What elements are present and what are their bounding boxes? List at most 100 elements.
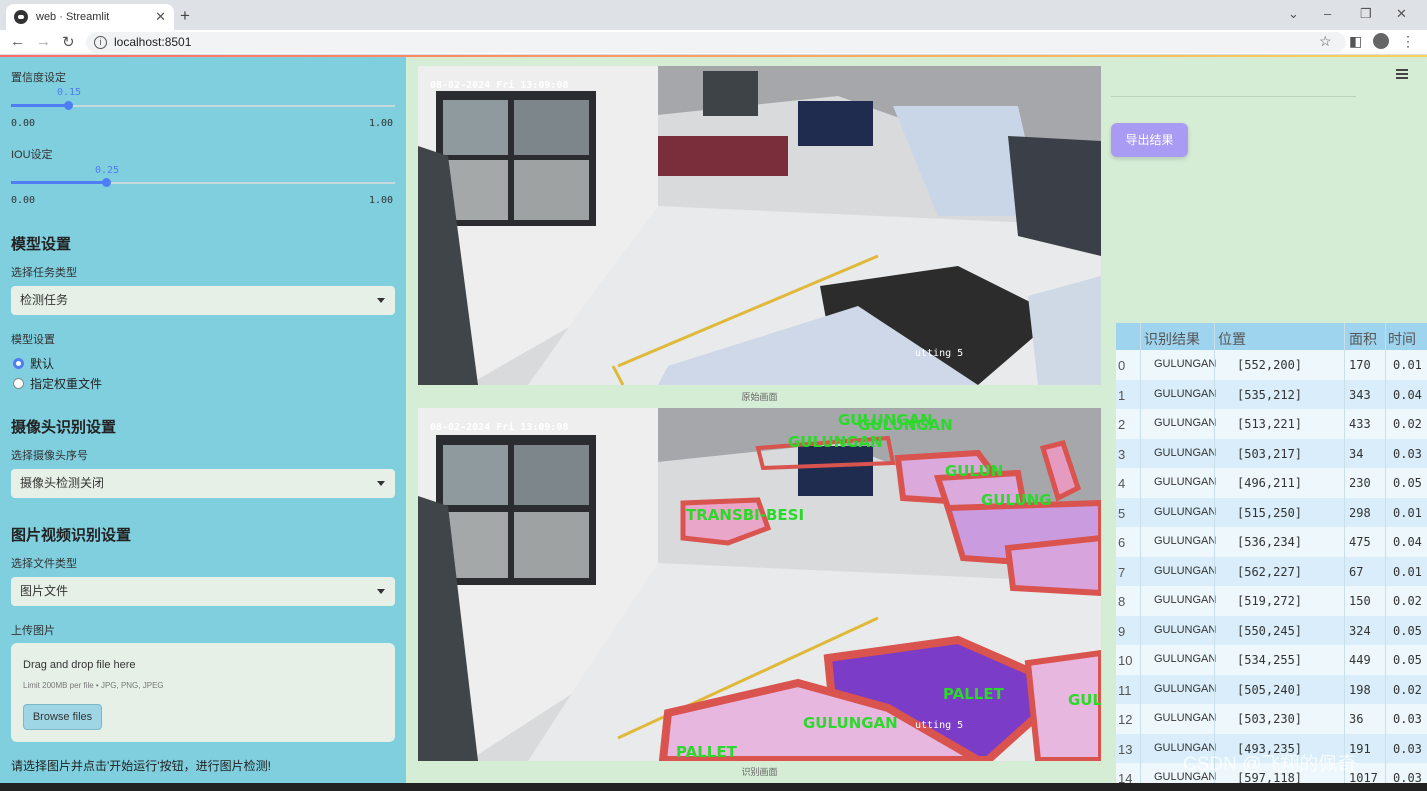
close-window-icon[interactable]: ✕ [1396, 6, 1407, 22]
conf-slider-min: 0.00 [11, 118, 36, 129]
detection-label: GULUN [945, 462, 1004, 480]
task-type-select[interactable]: 检测任务 [11, 286, 395, 315]
cell-position: [503,230] [1237, 712, 1303, 726]
original-image: 08-02-2024 Fri 13:09:08 utting 5 [418, 66, 1101, 385]
table-row[interactable]: 0 GULUNGAN [552,200] 170 0.01 [1116, 350, 1427, 380]
browser-tab[interactable]: web · Streamlit ✕ [6, 4, 174, 30]
cell-time: 0.04 [1393, 387, 1422, 402]
row-index: 14 [1118, 771, 1133, 783]
detection-label: TRANSBI-BESI [686, 506, 805, 524]
cell-position: [513,221] [1237, 417, 1303, 431]
results-table[interactable]: 识别结果 位置 面积 时间 0 GULUNGAN [552,200] 170 0.01 1… [1116, 323, 1427, 783]
table-row[interactable]: 1 GULUNGAN [535,212] 343 0.04 [1116, 379, 1427, 409]
cell-area: 449 [1349, 653, 1371, 667]
row-index: 7 [1118, 564, 1126, 580]
cell-area: 475 [1349, 535, 1371, 549]
row-index: 10 [1118, 653, 1133, 668]
radio-custom-label: 指定权重文件 [30, 377, 103, 391]
profile-avatar-icon[interactable] [1373, 33, 1389, 49]
cell-result: GULUNGAN [1154, 682, 1217, 695]
header-position[interactable]: 位置 [1218, 329, 1246, 349]
hamburger-menu-icon[interactable] [1396, 69, 1408, 81]
restore-icon[interactable]: ❐ [1360, 6, 1372, 22]
camera-index-value: 摄像头检测关闭 [20, 476, 105, 490]
back-icon[interactable]: ← [10, 33, 25, 50]
column-divider [1344, 323, 1345, 783]
row-index: 12 [1118, 712, 1133, 727]
header-time[interactable]: 时间 [1388, 329, 1416, 349]
table-row[interactable]: 7 GULUNGAN [562,227] 67 0.01 [1116, 556, 1427, 586]
table-row[interactable]: 2 GULUNGAN [513,221] 433 0.02 [1116, 409, 1427, 439]
table-row[interactable]: 11 GULUNGAN [505,240] 198 0.02 [1116, 674, 1427, 704]
export-results-button[interactable]: 导出结果 [1111, 123, 1188, 157]
iou-slider-fill [11, 181, 107, 184]
cell-result: GULUNGAN [1154, 623, 1217, 636]
forward-icon[interactable]: → [36, 33, 51, 50]
site-info-icon[interactable]: i [94, 36, 107, 49]
cell-area: 343 [1349, 387, 1371, 402]
side-panel-icon[interactable]: ◧ [1349, 33, 1362, 50]
detection-label: GUL [1068, 691, 1101, 709]
cell-time: 0.05 [1393, 653, 1422, 667]
minimize-icon[interactable]: – [1324, 6, 1331, 21]
conf-slider-max: 1.00 [369, 118, 394, 129]
model-settings-header: 模型设置 [11, 236, 72, 253]
browser-menu-icon[interactable]: ⋮ [1401, 33, 1415, 50]
sidebar-instruction: 请选择图片并点击'开始运行'按钮，进行图片检测! [11, 759, 271, 773]
header-result[interactable]: 识别结果 [1144, 329, 1200, 349]
camera-index-select[interactable]: 摄像头检测关闭 [11, 469, 395, 498]
row-index: 3 [1118, 446, 1126, 462]
table-row[interactable]: 6 GULUNGAN [536,234] 475 0.04 [1116, 527, 1427, 557]
radio-custom-weights[interactable]: 指定权重文件 [13, 375, 102, 392]
row-index: 1 [1118, 387, 1126, 403]
conf-slider-thumb[interactable] [64, 101, 73, 110]
table-row[interactable]: 5 GULUNGAN [515,250] 298 0.01 [1116, 497, 1427, 527]
cell-position: [550,245] [1237, 623, 1303, 638]
cell-area: 67 [1349, 564, 1364, 579]
iou-slider-thumb[interactable] [102, 178, 111, 187]
warehouse-scene-original [418, 66, 1101, 385]
cell-position: [536,234] [1237, 535, 1303, 549]
bookmark-star-icon[interactable]: ☆ [1319, 33, 1332, 50]
dropzone-title: Drag and drop file here [23, 659, 136, 671]
table-header: 识别结果 位置 面积 时间 [1116, 323, 1427, 350]
cell-result: GULUNGAN [1154, 653, 1217, 665]
bottom-strip [0, 783, 1427, 791]
cell-result: GULUNGAN [1154, 358, 1217, 370]
row-index: 5 [1118, 505, 1126, 521]
cell-result: GULUNGAN [1154, 535, 1217, 547]
detection-label: GULUNGAN [858, 416, 953, 434]
cell-result: GULUNGAN [1154, 446, 1217, 459]
table-row[interactable]: 12 GULUNGAN [503,230] 36 0.03 [1116, 704, 1427, 734]
radio-default[interactable]: 默认 [13, 355, 54, 372]
camera-index-label: 选择摄像头序号 [11, 450, 88, 462]
task-type-value: 检测任务 [20, 293, 69, 307]
cell-result: GULUNGAN [1154, 594, 1217, 606]
cell-result: GULUNGAN [1154, 387, 1217, 400]
row-index: 13 [1118, 741, 1133, 757]
url-field[interactable]: i localhost:8501 [86, 32, 1346, 53]
table-row[interactable]: 3 GULUNGAN [503,217] 34 0.03 [1116, 438, 1427, 468]
timestamp-original: 08-02-2024 Fri 13:09:08 [430, 80, 569, 91]
table-row[interactable]: 4 GULUNGAN [496,211] 230 0.05 [1116, 468, 1427, 498]
reload-icon[interactable]: ↻ [62, 33, 75, 51]
file-dropzone[interactable]: Drag and drop file here Limit 200MB per … [11, 643, 395, 742]
row-index: 8 [1118, 594, 1126, 609]
conf-label: 置信度设定 [11, 72, 66, 84]
cell-time: 0.03 [1393, 771, 1422, 783]
header-area[interactable]: 面积 [1349, 329, 1377, 349]
close-tab-icon[interactable]: ✕ [155, 9, 166, 25]
iou-label: IOU设定 [11, 149, 53, 161]
new-tab-icon[interactable]: + [180, 6, 190, 26]
table-row[interactable]: 10 GULUNGAN [534,255] 449 0.05 [1116, 645, 1427, 675]
chevron-down-icon [377, 481, 385, 486]
cell-area: 324 [1349, 623, 1371, 638]
cell-area: 34 [1349, 446, 1364, 461]
browse-files-button[interactable]: Browse files [23, 704, 102, 730]
table-row[interactable]: 8 GULUNGAN [519,272] 150 0.02 [1116, 586, 1427, 616]
tab-search-icon[interactable]: ⌄ [1288, 6, 1299, 22]
file-type-select[interactable]: 图片文件 [11, 577, 395, 606]
cell-area: 198 [1349, 682, 1371, 697]
address-bar: ← → ↻ i localhost:8501 ☆ ◧ ⋮ [0, 30, 1427, 55]
table-row[interactable]: 9 GULUNGAN [550,245] 324 0.05 [1116, 615, 1427, 645]
